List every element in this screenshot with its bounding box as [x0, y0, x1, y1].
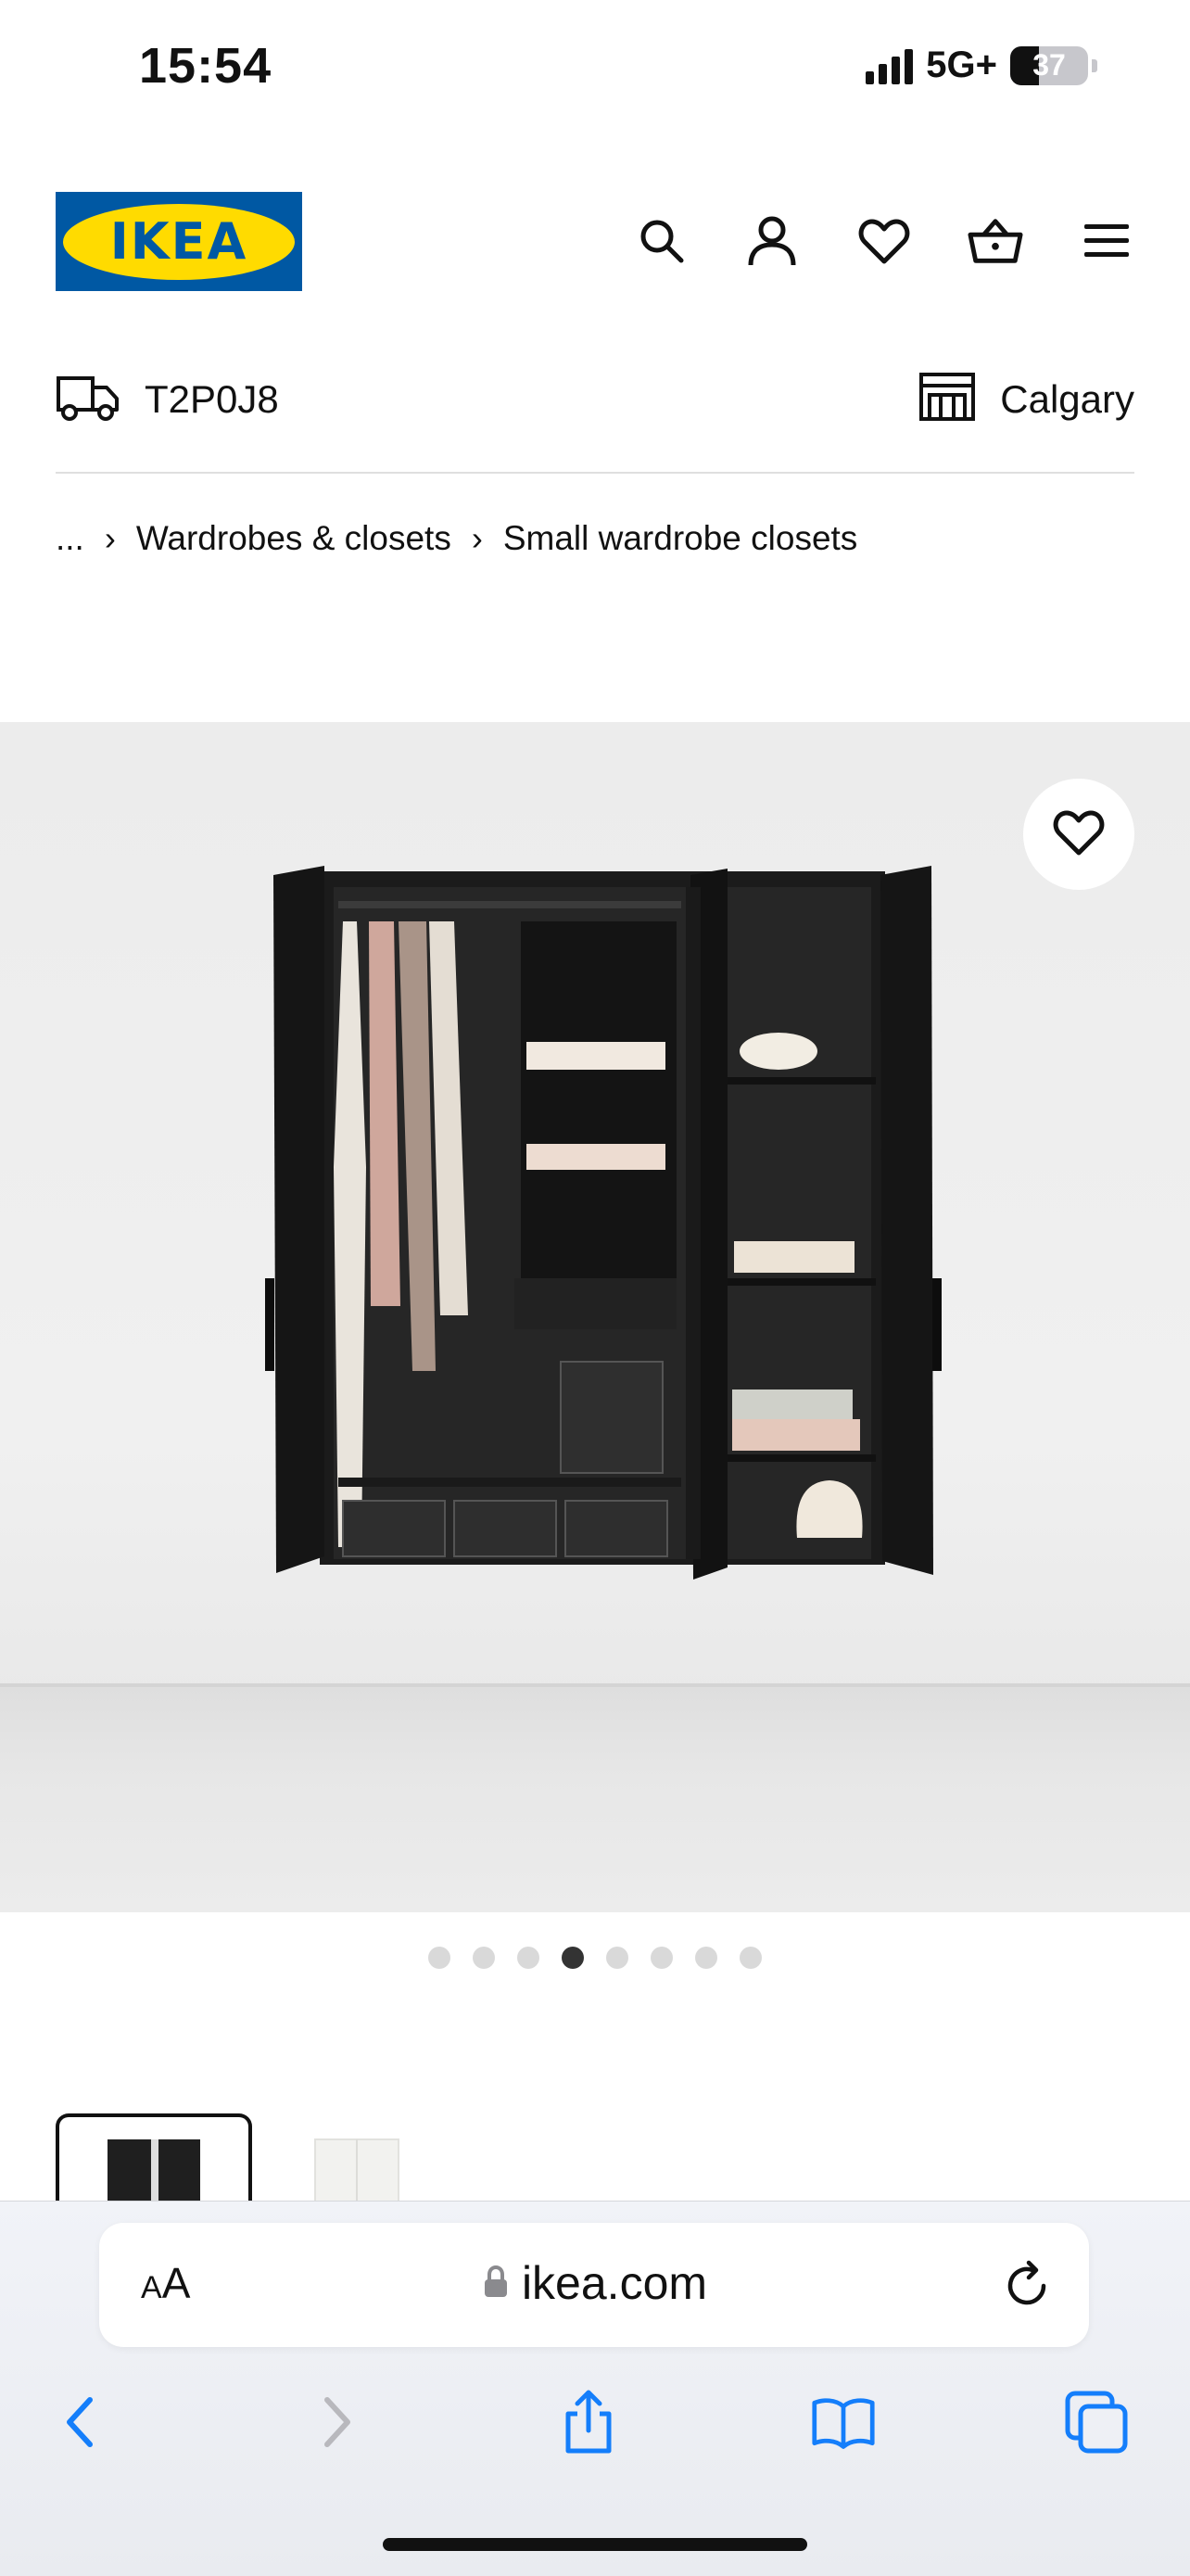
chevron-right-icon: › [104, 519, 116, 557]
menu-icon[interactable] [1079, 211, 1134, 271]
reload-icon[interactable] [1001, 2258, 1057, 2314]
network-type: 5G+ [926, 44, 997, 85]
signal-icon [866, 47, 914, 84]
home-indicator [383, 2538, 807, 2551]
bookmarks-icon[interactable] [811, 2390, 876, 2455]
share-icon[interactable] [556, 2390, 621, 2455]
postal-code: T2P0J8 [145, 376, 279, 421]
truck-icon [56, 371, 120, 427]
ikea-logo[interactable]: IKEA [56, 192, 302, 291]
carousel-dot[interactable] [606, 1947, 628, 1969]
status-time: 15:54 [139, 38, 272, 94]
carousel-dots [0, 1947, 1190, 1969]
delivery-postal-selector[interactable]: T2P0J8 [56, 371, 279, 427]
search-icon[interactable] [634, 211, 690, 271]
carousel-dot[interactable] [695, 1947, 717, 1969]
product-image[interactable] [0, 722, 1190, 1912]
breadcrumb-item-small-wardrobes[interactable]: Small wardrobe closets [503, 519, 857, 558]
logo-ellipse: IKEA [63, 203, 295, 280]
logo-text: IKEA [109, 212, 248, 271]
store-selector[interactable]: Calgary [918, 371, 1134, 427]
carousel-dot[interactable] [562, 1947, 584, 1969]
tabs-icon[interactable] [1064, 2390, 1129, 2455]
status-indicators: 5G+ 37 [866, 44, 1097, 86]
heart-icon [1053, 808, 1105, 861]
breadcrumb-ellipsis[interactable]: ... [56, 519, 84, 558]
breadcrumb-item-wardrobes[interactable]: Wardrobes & closets [136, 519, 451, 558]
battery-percent: 37 [1032, 48, 1066, 82]
back-icon[interactable] [46, 2390, 111, 2455]
carousel-dot[interactable] [740, 1947, 762, 1969]
battery-icon: 37 [1010, 45, 1088, 85]
carousel-dot[interactable] [428, 1947, 450, 1969]
store-icon [918, 371, 976, 427]
wardrobe-illustration [265, 866, 942, 1580]
carousel-dot[interactable] [473, 1947, 495, 1969]
carousel-dot[interactable] [651, 1947, 673, 1969]
battery-nub [1092, 58, 1097, 72]
cart-icon[interactable] [968, 211, 1023, 271]
store-name: Calgary [1000, 376, 1134, 421]
chevron-right-icon: › [471, 519, 483, 557]
header-divider [56, 472, 1134, 474]
url-text: ikea.com [521, 2257, 708, 2309]
lock-icon [483, 2256, 509, 2310]
favorites-icon[interactable] [856, 211, 912, 271]
forward-icon[interactable] [306, 2390, 371, 2455]
save-to-favorites-button[interactable] [1023, 779, 1134, 890]
profile-icon[interactable] [744, 211, 800, 271]
breadcrumb: ... › Wardrobes & closets › Small wardro… [56, 519, 857, 558]
carousel-dot[interactable] [517, 1947, 539, 1969]
